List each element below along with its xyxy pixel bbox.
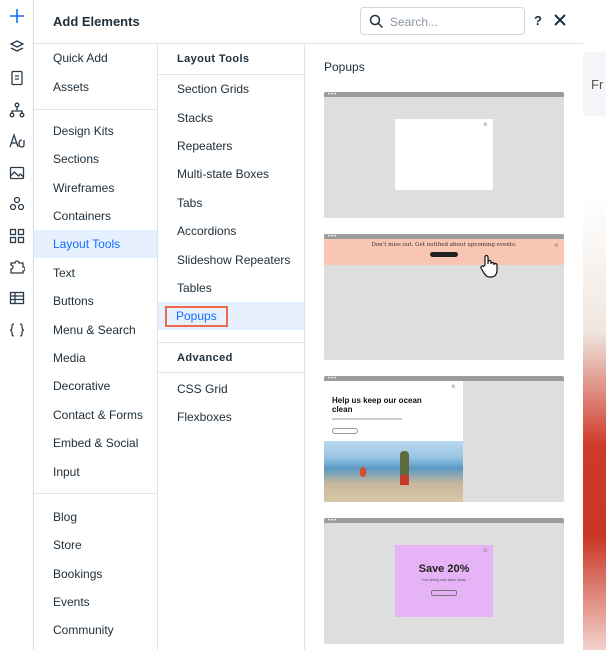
close-icon: × xyxy=(483,546,488,555)
popup-box: Save 20% Your spring sale starts today. … xyxy=(395,545,493,617)
category-blog[interactable]: Blog xyxy=(34,503,157,531)
site-preview: Fr xyxy=(583,0,606,650)
popup-preset-banner[interactable]: ••• Don't miss out. Get notified about u… xyxy=(324,234,564,360)
item-accordions[interactable]: Accordions xyxy=(158,217,304,245)
layout-tools-heading: Layout Tools xyxy=(158,44,304,75)
close-button[interactable] xyxy=(551,11,569,29)
sale-heading: Save 20% xyxy=(418,563,470,575)
adult-legs xyxy=(400,475,409,485)
popups-gallery: Popups ••• × ••• Don't miss out. Get not… xyxy=(305,44,583,650)
item-tables[interactable]: Tables xyxy=(158,274,304,302)
left-toolbar xyxy=(0,0,34,650)
category-decorative[interactable]: Decorative xyxy=(34,372,157,400)
popup-preset-sale[interactable]: ••• Save 20% Your spring sale starts tod… xyxy=(324,518,564,644)
category-assets[interactable]: Assets xyxy=(34,73,157,101)
popup-box: × xyxy=(395,119,493,190)
item-tabs[interactable]: Tabs xyxy=(158,189,304,217)
category-community[interactable]: Community xyxy=(34,616,157,644)
category-events[interactable]: Events xyxy=(34,588,157,616)
sale-button xyxy=(431,590,457,596)
banner-text: Don't miss out. Get notified about upcom… xyxy=(371,242,517,248)
sitemap-icon[interactable] xyxy=(6,99,28,121)
sale-subtext: Your spring sale starts today. xyxy=(421,578,467,582)
popups-label: Popups xyxy=(165,306,228,327)
category-wireframes[interactable]: Wireframes xyxy=(34,174,157,202)
layers-icon[interactable] xyxy=(6,36,28,58)
help-button[interactable]: ? xyxy=(534,13,542,28)
layout-tools-list: Layout Tools Section Grids Stacks Repeat… xyxy=(158,44,305,650)
apps-icon[interactable] xyxy=(6,193,28,215)
site-strip xyxy=(583,116,606,196)
search-placeholder: Search... xyxy=(390,15,439,29)
page-icon[interactable] xyxy=(6,67,28,89)
adult-figure xyxy=(400,451,409,477)
popup-banner: Don't miss out. Get notified about upcom… xyxy=(324,239,564,265)
category-embed-social[interactable]: Embed & Social xyxy=(34,429,157,457)
category-layout-tools[interactable]: Layout Tools xyxy=(34,230,157,258)
close-icon: × xyxy=(483,120,488,129)
category-store[interactable]: Store xyxy=(34,531,157,559)
category-quick-add[interactable]: Quick Add xyxy=(34,44,157,72)
item-popups[interactable]: Popups xyxy=(158,302,304,330)
site-header xyxy=(583,0,606,52)
category-bookings[interactable]: Bookings xyxy=(34,560,157,588)
search-input[interactable]: Search... xyxy=(360,7,525,35)
item-stacks[interactable]: Stacks xyxy=(158,104,304,132)
popup-preset-ocean[interactable]: ••• Help us keep our ocean clean × xyxy=(324,376,564,502)
browser-bar: ••• xyxy=(324,518,564,524)
category-list: Quick Add Assets Design Kits Sections Wi… xyxy=(34,44,158,650)
category-sections[interactable]: Sections xyxy=(34,145,157,173)
beach-photo xyxy=(324,441,463,502)
panel-header: Add Elements Search... ? xyxy=(34,0,583,44)
popups-title: Popups xyxy=(324,60,365,74)
puzzle-icon[interactable] xyxy=(6,256,28,278)
popup-box: Help us keep our ocean clean × xyxy=(324,381,463,502)
grid-icon[interactable] xyxy=(6,225,28,247)
category-input[interactable]: Input xyxy=(34,458,157,486)
hand-cursor-icon xyxy=(480,254,498,278)
text-theme-icon[interactable] xyxy=(6,130,28,152)
category-divider xyxy=(34,109,158,110)
item-section-grids[interactable]: Section Grids xyxy=(158,75,304,103)
code-icon[interactable] xyxy=(6,319,28,341)
category-buttons[interactable]: Buttons xyxy=(34,287,157,315)
site-banner-text: Fr xyxy=(591,77,604,92)
search-icon xyxy=(369,14,384,29)
item-slideshow-repeaters[interactable]: Slideshow Repeaters xyxy=(158,246,304,274)
category-text[interactable]: Text xyxy=(34,259,157,287)
site-photo xyxy=(583,196,606,650)
image-icon[interactable] xyxy=(6,162,28,184)
category-menu-search[interactable]: Menu & Search xyxy=(34,316,157,344)
close-icon: × xyxy=(554,241,559,250)
item-multi-state-boxes[interactable]: Multi-state Boxes xyxy=(158,160,304,188)
popup-preset-blank[interactable]: ••• × xyxy=(324,92,564,218)
ocean-button xyxy=(332,428,358,434)
item-repeaters[interactable]: Repeaters xyxy=(158,132,304,160)
browser-bar: ••• xyxy=(324,92,564,98)
item-flexboxes[interactable]: Flexboxes xyxy=(158,403,304,431)
banner-button xyxy=(430,252,458,257)
site-banner: Fr xyxy=(583,52,606,116)
ocean-subtext xyxy=(332,418,402,420)
plus-icon[interactable] xyxy=(6,5,28,27)
panel-title: Add Elements xyxy=(53,14,140,29)
add-elements-panel: Add Elements Search... ? Quick Add Asset… xyxy=(34,0,583,650)
child-figure xyxy=(360,467,366,477)
category-contact-forms[interactable]: Contact & Forms xyxy=(34,401,157,429)
close-icon: × xyxy=(451,382,456,391)
category-media[interactable]: Media xyxy=(34,344,157,372)
category-divider xyxy=(34,493,158,494)
category-containers[interactable]: Containers xyxy=(34,202,157,230)
category-design-kits[interactable]: Design Kits xyxy=(34,117,157,145)
item-css-grid[interactable]: CSS Grid xyxy=(158,375,304,403)
close-icon xyxy=(554,14,566,26)
table-icon[interactable] xyxy=(6,287,28,309)
advanced-heading: Advanced xyxy=(158,342,304,373)
ocean-heading: Help us keep our ocean clean xyxy=(332,396,422,414)
